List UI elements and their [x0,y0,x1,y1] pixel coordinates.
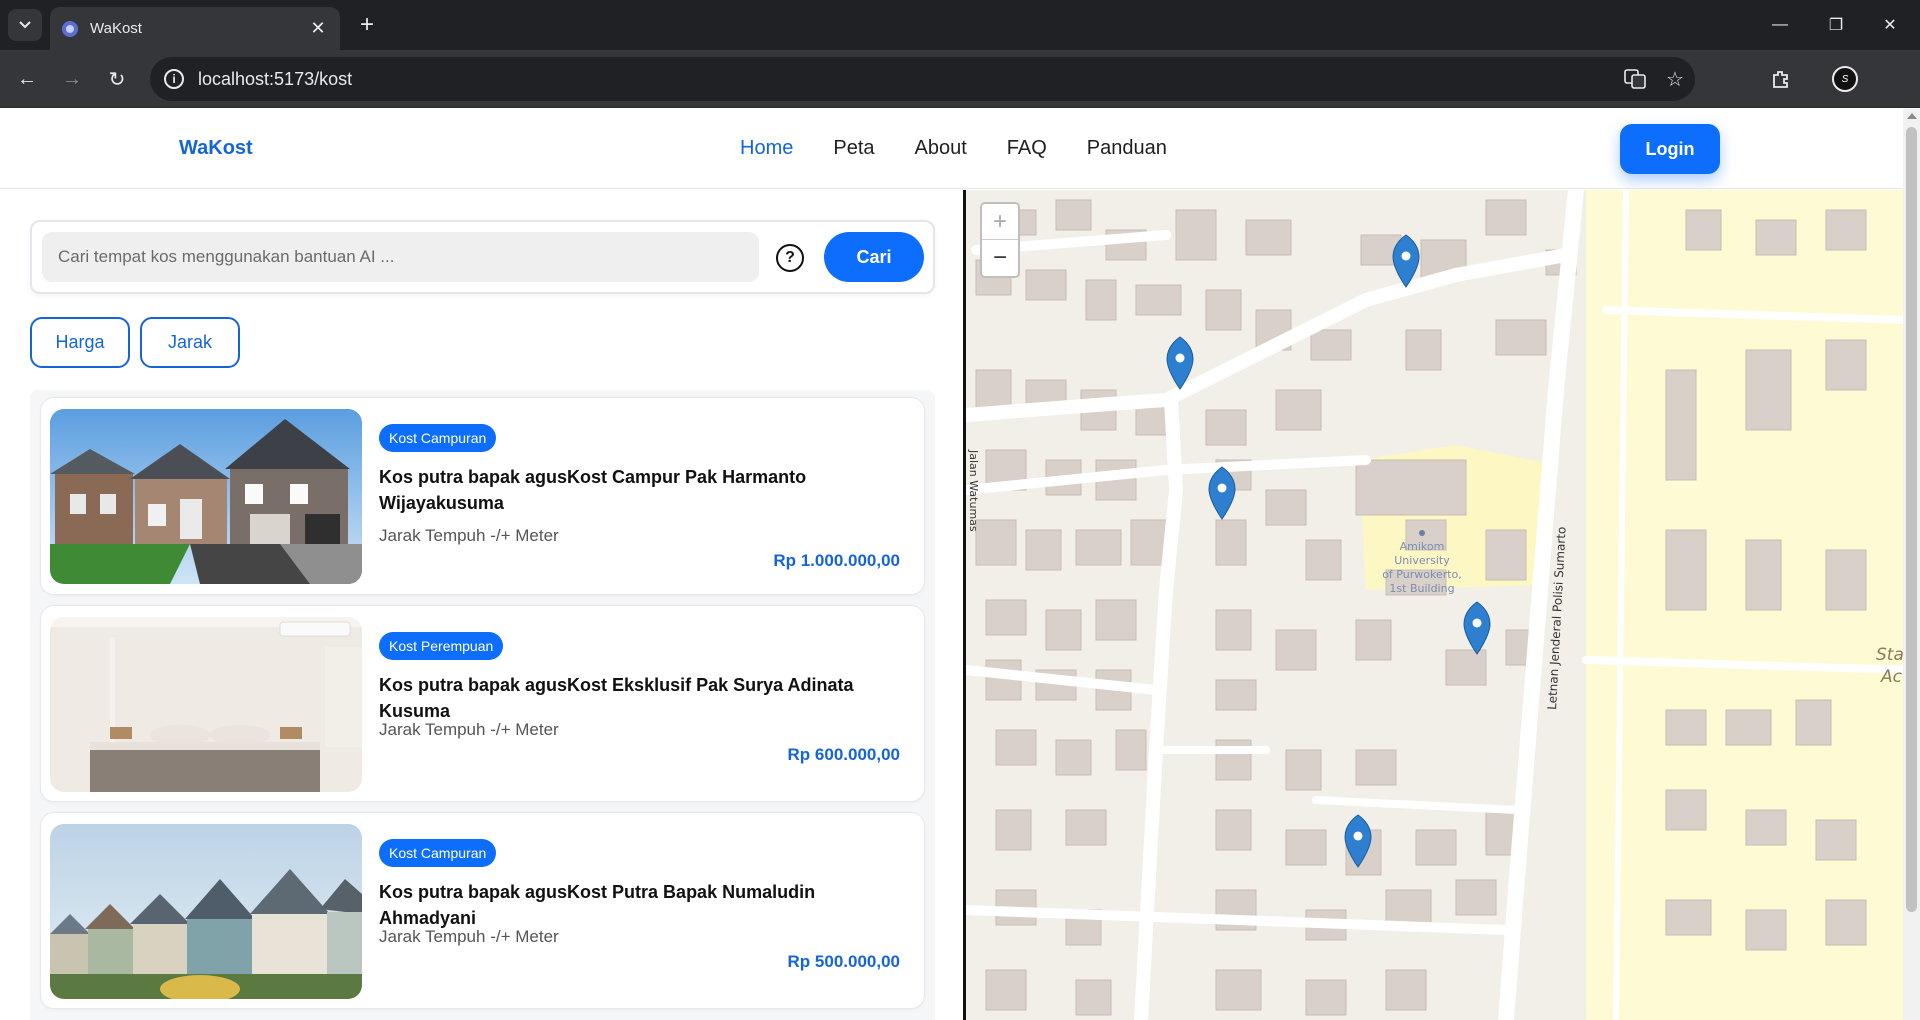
row-houses-photo [50,824,362,999]
translate-icon[interactable] [1615,57,1655,101]
translate-glyph [1624,69,1646,89]
listing-panel: ? Cari Harga Jarak [0,190,963,1020]
poi-label-line1: Amikom [1400,540,1445,553]
profile-avatar[interactable]: S [1832,66,1858,92]
zoom-out-button[interactable]: − [982,240,1018,276]
kost-type-badge: Kost Perempuan [379,632,504,660]
nav-about[interactable]: About [915,137,967,160]
site-header: WaKost Home Peta About FAQ Panduan Login [0,109,1903,189]
map-zoom-control: + − [980,202,1020,278]
back-button[interactable]: ← [10,62,44,96]
scroll-thumb[interactable] [1906,127,1917,912]
reload-button[interactable]: ↻ [100,62,134,96]
help-symbol: ? [785,249,795,266]
help-icon[interactable]: ? [776,244,804,272]
extensions-icon[interactable] [1764,62,1798,96]
kost-card[interactable]: Kost Campuran Kos putra bapak agusKost P… [40,812,925,1009]
forward-button[interactable]: → [55,62,89,96]
kost-price: Rp 600.000,00 [787,745,900,764]
chevron-down-icon [19,21,31,29]
kost-list: Kost Campuran Kos putra bapak agusKost C… [30,390,935,1020]
kost-card[interactable]: Kost Campuran Kos putra bapak agusKost C… [40,397,925,595]
house-photo [50,409,362,584]
map-edge-label-1: Sta [1876,645,1903,665]
kost-title[interactable]: Kos putra bapak agusKost Eksklusif Pak S… [379,672,909,724]
kost-title[interactable]: Kos putra bapak agusKost Putra Bapak Num… [379,879,909,931]
brand-logo[interactable]: WaKost [179,137,253,160]
kost-distance: Jarak Tempuh -/+ Meter [379,927,559,946]
scroll-up-arrow[interactable] [1907,113,1917,119]
browser-toolbar: ← → ↻ i localhost:5173/kost ☆ [0,50,1920,108]
kost-price: Rp 1.000.000,00 [773,551,900,570]
poi-label-line3: of Purwokerto, [1382,568,1462,581]
new-tab-button[interactable]: + [352,10,382,40]
map-tiles: Amikom University of Purwokerto, 1st Bui… [966,190,1903,1020]
page-scrollbar[interactable] [1903,109,1920,1020]
address-bar[interactable]: i localhost:5173/kost ☆ [150,57,1695,101]
kost-type-badge: Kost Campuran [379,424,497,452]
nav-panduan[interactable]: Panduan [1087,137,1167,160]
browser-tab-bar: WaKost ✕ + — ❐ ✕ [0,0,1920,50]
close-window-button[interactable]: ✕ [1860,0,1920,50]
browser-tab[interactable]: WaKost ✕ [50,7,340,50]
kost-price: Rp 500.000,00 [787,952,900,971]
minimize-button[interactable]: — [1750,0,1810,50]
poi-label-line2: University [1394,554,1450,567]
restore-button[interactable]: ❐ [1806,0,1866,50]
web-page: WaKost Home Peta About FAQ Panduan Login… [0,109,1903,1020]
login-button[interactable]: Login [1620,124,1720,174]
bookmark-star-icon[interactable]: ☆ [1655,57,1695,101]
poi-label-line4: 1st Building [1389,582,1454,595]
favicon-icon [62,20,78,37]
profile-initials: S [1841,73,1849,85]
filter-harga-button[interactable]: Harga [30,317,130,368]
kost-card[interactable]: Kost Perempuan Kos putra bapak agusKost … [40,605,925,802]
kost-title[interactable]: Kos putra bapak agusKost Campur Pak Harm… [379,464,909,516]
kost-map[interactable]: Amikom University of Purwokerto, 1st Bui… [963,190,1903,1020]
kost-distance: Jarak Tempuh -/+ Meter [379,526,559,545]
info-icon[interactable]: i [164,69,184,89]
kost-type-badge: Kost Campuran [379,839,497,867]
main-nav: Home Peta About FAQ Panduan [740,137,1167,160]
search-input[interactable] [42,232,759,282]
bedroom-photo [50,617,362,792]
nav-faq[interactable]: FAQ [1007,137,1047,160]
map-edge-label-2: Ac [1880,667,1903,687]
tab-search-button[interactable] [8,9,42,41]
nav-peta[interactable]: Peta [833,137,874,160]
ai-search-box: ? Cari [30,220,935,294]
close-icon[interactable]: ✕ [308,18,328,39]
filter-jarak-button[interactable]: Jarak [140,317,240,368]
kost-distance: Jarak Tempuh -/+ Meter [379,720,559,739]
tab-title: WaKost [90,20,142,37]
nav-home[interactable]: Home [740,137,793,160]
road-label-west: Jalan Watumas [967,449,980,532]
puzzle-glyph [1773,71,1788,88]
url-text[interactable]: localhost:5173/kost [198,69,1615,90]
search-button[interactable]: Cari [824,232,924,282]
zoom-in-button[interactable]: + [982,204,1018,240]
